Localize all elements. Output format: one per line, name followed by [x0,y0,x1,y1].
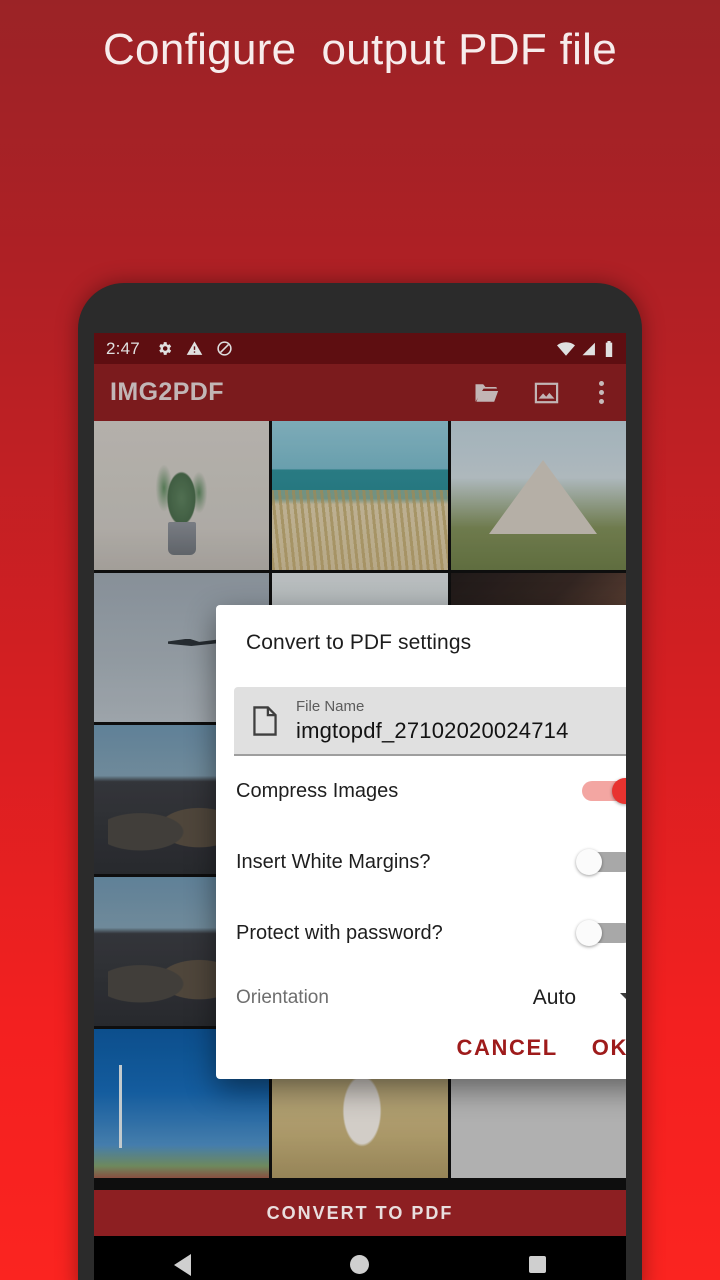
chevron-down-icon[interactable] [620,993,626,1003]
cancel-button[interactable]: CANCEL [457,1035,558,1061]
dialog-actions: CANCEL OK [216,1021,626,1071]
file-name-value[interactable]: imgtopdf_27102020024714 [296,718,569,743]
orientation-label: Orientation [236,986,329,1008]
recents-icon[interactable] [529,1256,547,1273]
setting-row-compress-images[interactable]: Compress Images [216,756,626,827]
convert-to-pdf-button[interactable]: CONVERT TO PDF [94,1190,626,1236]
android-nav-bar [94,1236,626,1280]
protect-with-password-toggle[interactable] [576,920,626,947]
setting-label: Compress Images [236,779,399,802]
setting-row-white-margins[interactable]: Insert White Margins? [216,827,626,898]
file-name-label: File Name [296,698,365,715]
insert-white-margins-toggle[interactable] [576,849,626,876]
document-icon [248,706,282,736]
back-icon[interactable] [173,1253,191,1276]
compress-images-toggle[interactable] [576,778,626,805]
file-name-field[interactable]: File Name imgtopdf_27102020024714 [234,687,626,756]
setting-label: Protect with password? [236,921,443,944]
orientation-value[interactable]: Auto [533,986,576,1010]
setting-label: Insert White Margins? [236,850,431,873]
ok-button[interactable]: OK [592,1035,626,1061]
phone-screen: 2:47 IMG2PDF Convert to PDF settings Fil… [94,333,626,1280]
setting-row-password[interactable]: Protect with password? [216,898,626,969]
dialog-title: Convert to PDF settings [246,631,472,654]
convert-settings-dialog: Convert to PDF settings File Name imgtop… [216,605,626,1079]
phone-device-frame: 2:47 IMG2PDF Convert to PDF settings Fil… [78,283,642,1280]
orientation-row[interactable]: Orientation Auto [216,969,626,1021]
promo-headline: Configure output PDF file [102,25,618,74]
home-icon[interactable] [350,1255,370,1274]
